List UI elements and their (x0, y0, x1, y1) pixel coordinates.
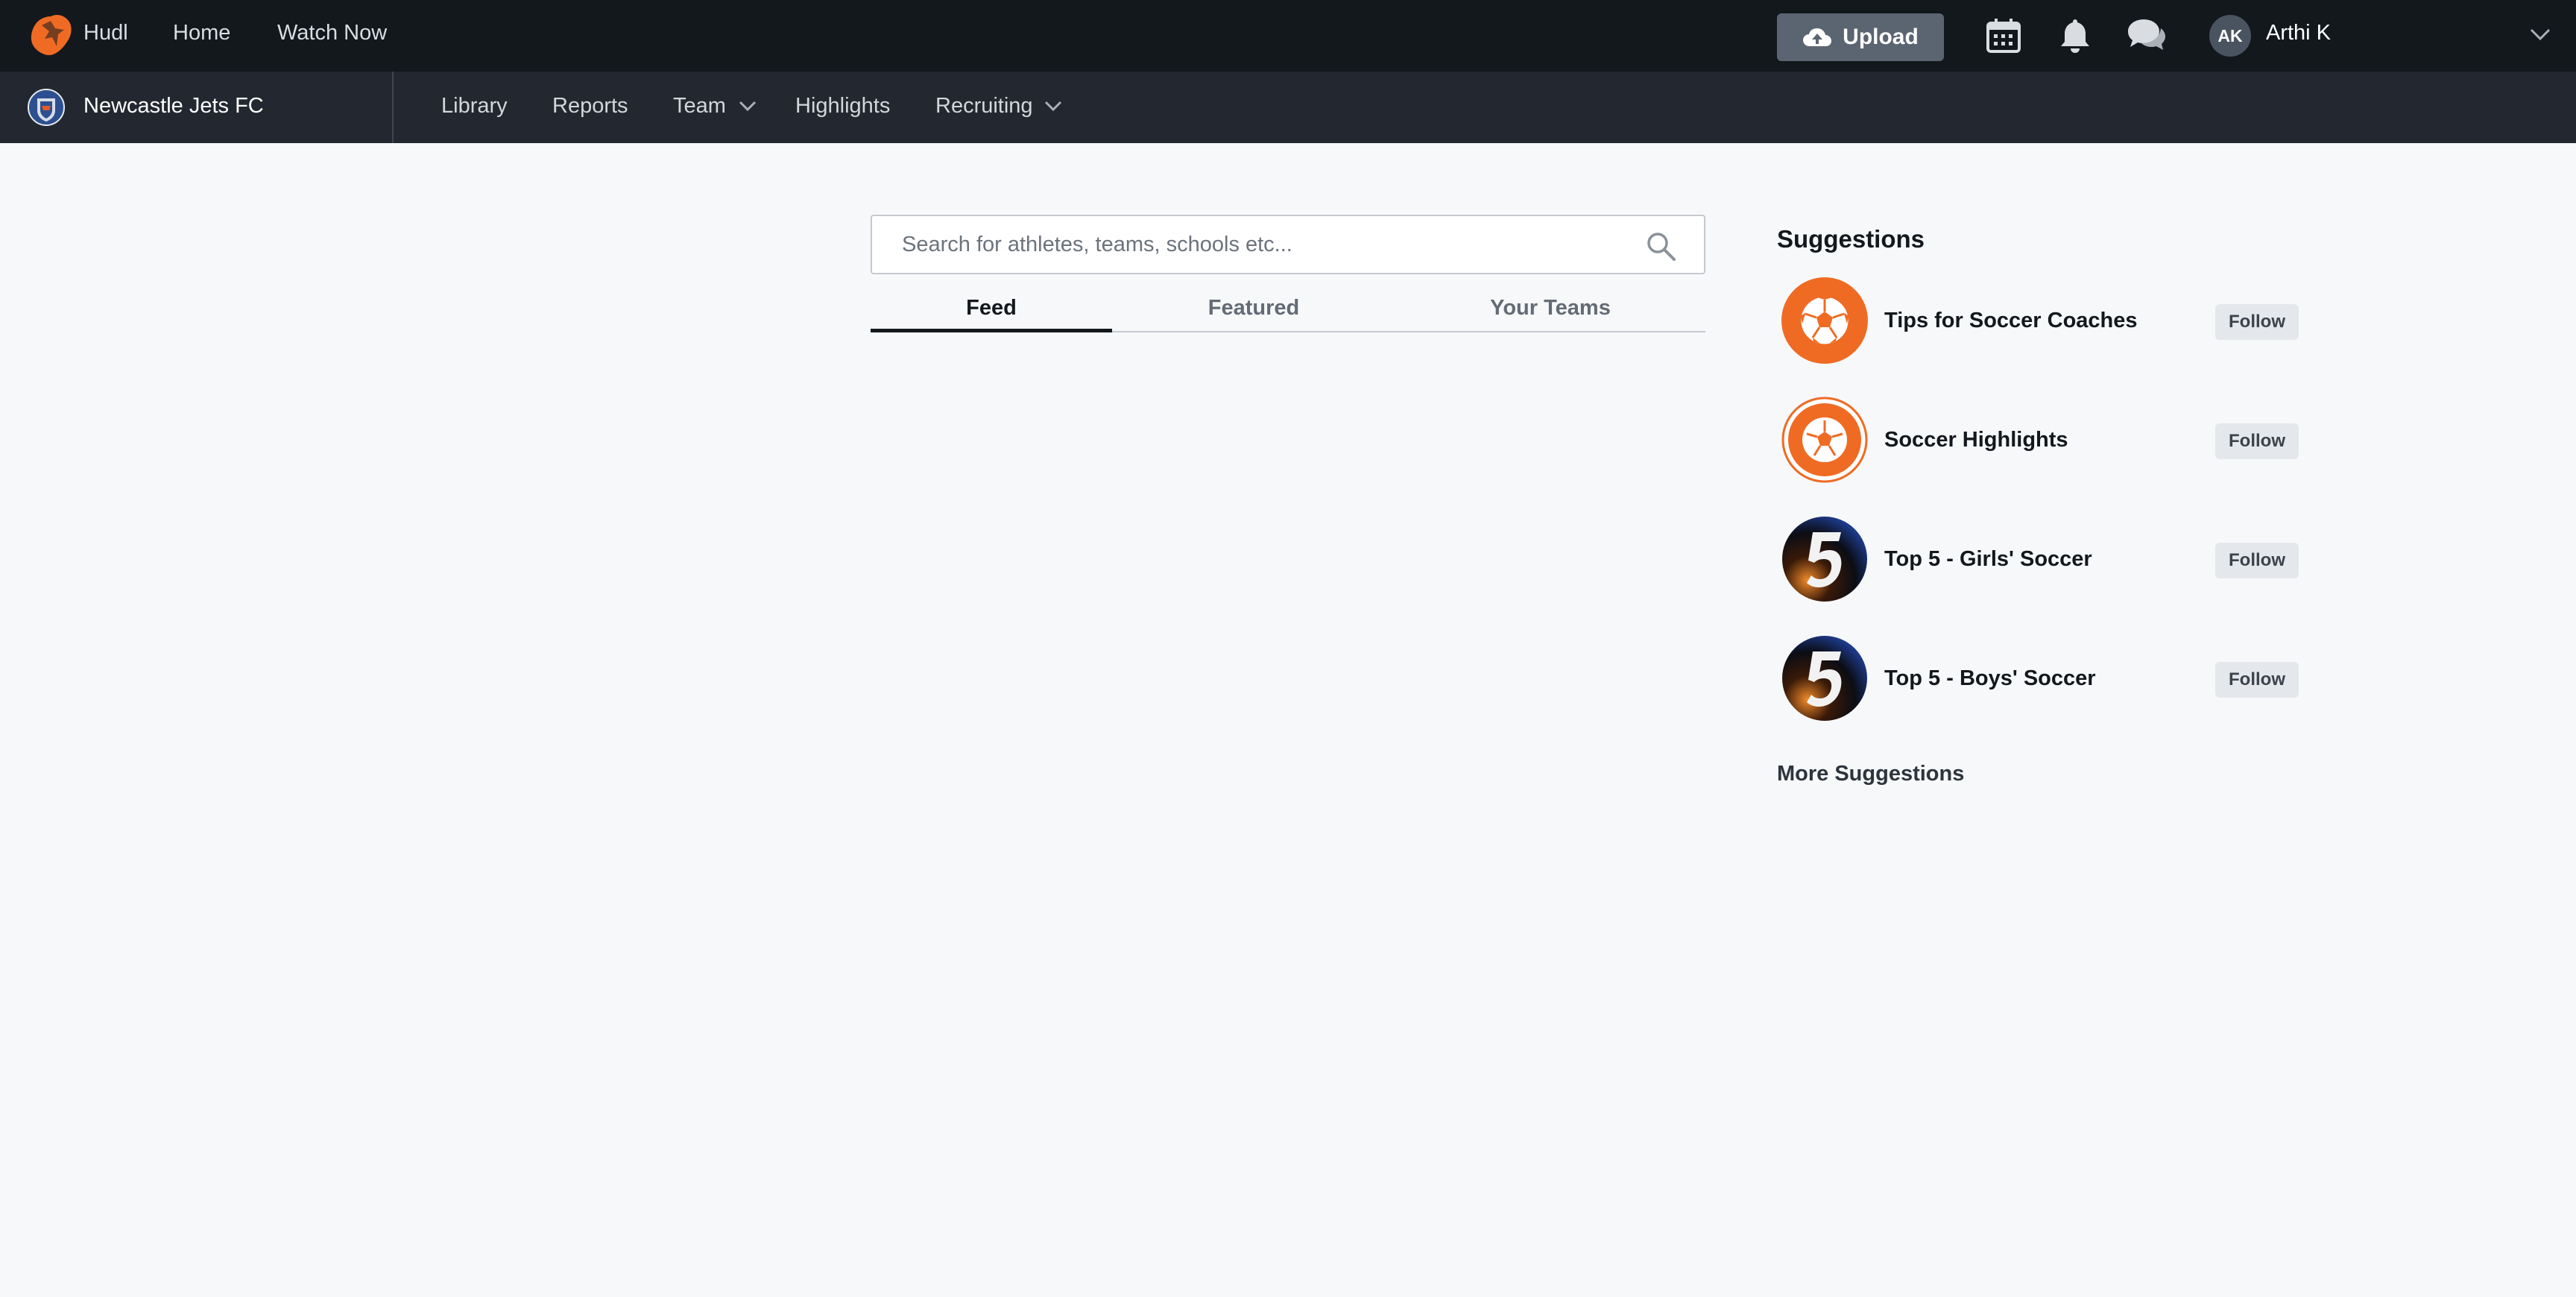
more-suggestions-link[interactable]: More Suggestions (1777, 762, 1964, 786)
nav-watch-now-link[interactable]: Watch Now (277, 21, 387, 45)
subnav-team[interactable]: Team (673, 94, 726, 119)
team-crest-icon[interactable] (27, 88, 66, 127)
subnav-recruiting[interactable]: Recruiting (935, 94, 1033, 119)
hudl-logo-icon[interactable] (27, 12, 75, 60)
suggestion-item: Top 5 - Boys' Soccer Follow (1777, 635, 2302, 725)
search-icon[interactable] (1644, 230, 1677, 262)
subnav-highlights[interactable]: Highlights (795, 94, 890, 119)
feed-tabs: Feed Featured Your Teams (871, 289, 1705, 332)
cloud-upload-icon (1803, 28, 1832, 46)
recruiting-chevron-down-icon[interactable] (1044, 98, 1063, 113)
subnav-reports[interactable]: Reports (552, 94, 628, 119)
user-avatar[interactable]: AK (2209, 15, 2251, 57)
suggestion-item: Soccer Highlights Follow (1777, 397, 2302, 486)
tab-featured[interactable]: Featured (1112, 291, 1395, 332)
team-navigation-bar (0, 72, 2576, 143)
notifications-bell-icon[interactable] (2056, 16, 2094, 55)
suggestion-item: Tips for Soccer Coaches Follow (1777, 277, 2302, 367)
brand-name[interactable]: Hudl (83, 21, 128, 45)
suggestions-heading: Suggestions (1777, 225, 1925, 253)
user-name[interactable]: Arthi K (2266, 21, 2331, 45)
search-input[interactable] (902, 216, 1617, 273)
top-five-icon[interactable] (1781, 635, 1868, 722)
soccer-ball-icon[interactable] (1781, 277, 1868, 364)
suggestion-name[interactable]: Tips for Soccer Coaches (1884, 309, 2138, 333)
user-menu-chevron-down-icon[interactable] (2528, 25, 2552, 43)
team-name[interactable]: Newcastle Jets FC (83, 94, 264, 119)
upload-label: Upload (1843, 25, 1919, 49)
calendar-icon[interactable] (1984, 16, 2023, 55)
nav-home-link[interactable]: Home (173, 21, 230, 45)
suggestion-item: Top 5 - Girls' Soccer Follow (1777, 516, 2302, 605)
top-five-icon[interactable] (1781, 516, 1868, 602)
soccer-ball-outline-icon[interactable] (1781, 397, 1868, 483)
suggestion-name[interactable]: Top 5 - Boys' Soccer (1884, 666, 2096, 691)
subnav-library[interactable]: Library (441, 94, 508, 119)
upload-button[interactable]: Upload (1777, 13, 1944, 61)
search-box (871, 215, 1705, 274)
follow-button[interactable]: Follow (2215, 304, 2299, 340)
team-chevron-down-icon[interactable] (738, 98, 757, 113)
follow-button[interactable]: Follow (2215, 662, 2299, 698)
suggestion-name[interactable]: Top 5 - Girls' Soccer (1884, 547, 2092, 572)
messages-chat-icon[interactable] (2126, 16, 2165, 55)
tab-your-teams[interactable]: Your Teams (1395, 291, 1705, 332)
subbar-divider (392, 72, 394, 143)
follow-button[interactable]: Follow (2215, 423, 2299, 459)
tab-feed[interactable]: Feed (871, 291, 1112, 332)
follow-button[interactable]: Follow (2215, 543, 2299, 578)
suggestion-name[interactable]: Soccer Highlights (1884, 428, 2068, 452)
